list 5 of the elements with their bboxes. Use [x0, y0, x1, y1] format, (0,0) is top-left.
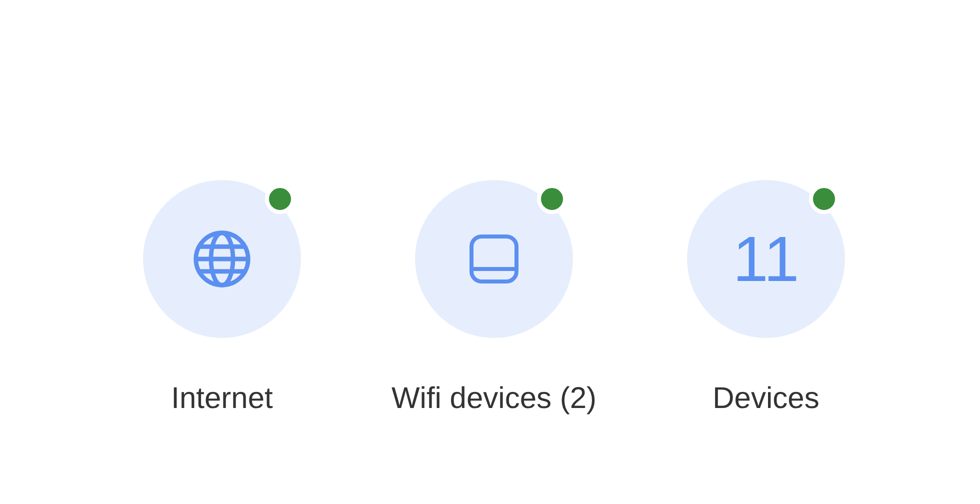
item-label: Wifi devices (2) — [391, 381, 597, 417]
status-circle[interactable]: 11 — [687, 180, 845, 338]
item-label: Devices — [712, 381, 820, 417]
item-label: Internet — [171, 381, 273, 417]
device-count: 11 — [732, 227, 800, 291]
